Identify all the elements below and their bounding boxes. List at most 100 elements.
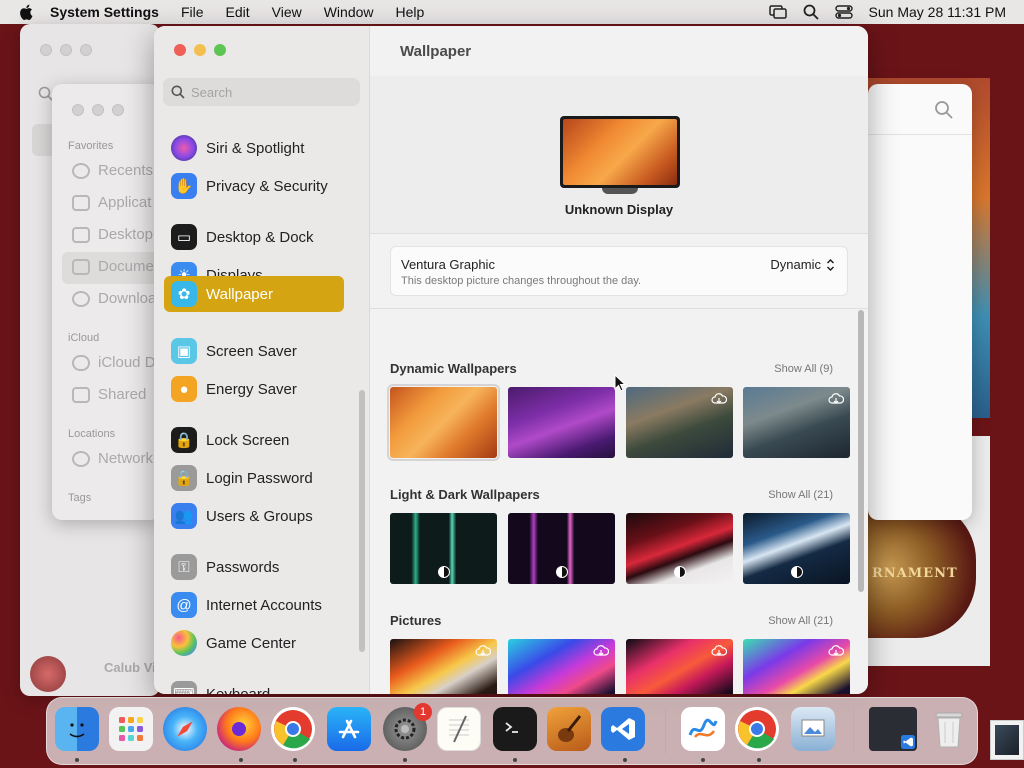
running-indicator xyxy=(403,758,407,762)
dock-chrome[interactable] xyxy=(271,707,315,751)
sidebar-item-network[interactable]: Network xyxy=(72,450,158,467)
sidebar-item-wallpaper[interactable]: ✿ Wallpaper xyxy=(164,276,344,312)
sidebar-item-game-center[interactable]: Game Center xyxy=(164,625,344,661)
dock-chrome-2[interactable] xyxy=(735,707,779,751)
dock-edge-window-thumbnail[interactable] xyxy=(990,720,1024,760)
sidebar-item-recents[interactable]: Recents xyxy=(72,162,158,179)
sidebar-item-documents[interactable]: Docume xyxy=(72,258,158,275)
dock-minimized-window[interactable] xyxy=(869,707,917,751)
sidebar-item-screen-saver[interactable]: ▣ Screen Saver xyxy=(164,333,344,369)
close-button[interactable] xyxy=(174,44,186,56)
wallpaper-thumb-picture-1[interactable] xyxy=(390,639,497,694)
firefox-icon xyxy=(232,722,246,736)
sidebar-item-passwords[interactable]: ⚿ Passwords xyxy=(164,549,344,585)
wallpaper-thumb-catalina-night[interactable] xyxy=(743,387,850,458)
dock-preview[interactable] xyxy=(791,707,835,751)
show-all-button[interactable]: Show All (9) xyxy=(774,363,833,375)
cloud-download-icon xyxy=(593,645,609,656)
spotlight-search-icon[interactable] xyxy=(803,4,819,20)
dock-firefox[interactable] xyxy=(217,707,261,751)
dock-terminal[interactable] xyxy=(493,707,537,751)
wallpaper-thumb-light-dark-4[interactable] xyxy=(743,513,850,584)
dock-launchpad[interactable] xyxy=(109,707,153,751)
apple-icon[interactable] xyxy=(18,3,36,21)
dock-freeform[interactable] xyxy=(681,707,725,751)
dock-textedit[interactable] xyxy=(437,707,481,751)
system-settings-window[interactable]: Siri & Spotlight ✋ Privacy & Security ▭ Desk… xyxy=(154,26,868,694)
menu-edit[interactable]: Edit xyxy=(226,4,250,20)
content-scrollbar[interactable] xyxy=(858,310,864,592)
minimize-button[interactable] xyxy=(194,44,206,56)
wallpaper-thumb-light-dark-3[interactable] xyxy=(626,513,733,584)
finder-window-secondary[interactable] xyxy=(868,84,972,520)
sidebar-item-icloud-drive[interactable]: iCloud D xyxy=(72,354,158,371)
wallpaper-thumb-ventura[interactable] xyxy=(387,384,500,461)
sidebar-item-downloads[interactable]: Downloa xyxy=(72,290,158,307)
dock-safari[interactable] xyxy=(163,707,207,751)
mouse-cursor-icon xyxy=(614,374,626,392)
trash-icon xyxy=(935,712,963,748)
sidebar-item-label: Applicat xyxy=(98,194,152,211)
sidebar-scrollbar[interactable] xyxy=(359,390,365,652)
window-controls[interactable] xyxy=(174,44,226,56)
sidebar-item-login-password[interactable]: 🔒 Login Password xyxy=(164,460,344,496)
window-controls[interactable] xyxy=(40,44,92,56)
dock-vscode[interactable] xyxy=(601,707,645,751)
settings-search[interactable] xyxy=(163,78,360,106)
cloud-download-icon xyxy=(711,393,727,404)
screen-mirroring-icon[interactable] xyxy=(768,5,787,19)
safari-compass-icon xyxy=(177,721,193,737)
sidebar-item-applications[interactable]: Applicat xyxy=(72,194,158,211)
menu-view[interactable]: View xyxy=(272,4,302,20)
textedit-icon xyxy=(449,715,469,743)
sidebar-item-energy-saver[interactable]: ● Energy Saver xyxy=(164,371,344,407)
sidebar-item-label: Privacy & Security xyxy=(206,177,328,195)
dock-trash[interactable] xyxy=(927,707,971,751)
wallpaper-thumb-monterey[interactable] xyxy=(508,387,615,458)
wallpaper-thumb-light-dark-2[interactable] xyxy=(508,513,615,584)
wallpaper-thumb-catalina-day[interactable] xyxy=(626,387,733,458)
dock-finder[interactable] xyxy=(55,707,99,751)
show-all-button[interactable]: Show All (21) xyxy=(768,615,833,627)
dock-garageband[interactable] xyxy=(547,707,591,751)
menu-app-name[interactable]: System Settings xyxy=(50,4,159,20)
control-center-icon[interactable] xyxy=(834,5,853,19)
sidebar-item-label: iCloud D xyxy=(98,354,156,371)
sidebar-item-keyboard[interactable]: ⌨ Keyboard xyxy=(164,676,344,694)
menu-window[interactable]: Window xyxy=(324,4,374,20)
download-icon xyxy=(72,290,90,307)
dock-app-store[interactable] xyxy=(327,707,371,751)
wallpaper-mode-select[interactable]: Dynamic xyxy=(770,257,835,272)
window-controls[interactable] xyxy=(72,104,124,116)
sidebar-item-users-groups[interactable]: 👥 Users & Groups xyxy=(164,498,344,534)
sidebar-item-desktop-dock[interactable]: ▭ Desktop & Dock xyxy=(164,219,344,255)
wallpaper-thumb-picture-2[interactable] xyxy=(508,639,615,694)
sidebar-item-lock-screen[interactable]: 🔒 Lock Screen xyxy=(164,422,344,458)
section-title: Pictures xyxy=(390,613,442,628)
search-icon xyxy=(171,85,185,99)
sidebar-item-internet-accounts[interactable]: @ Internet Accounts xyxy=(164,587,344,623)
vscode-icon xyxy=(611,718,635,740)
wallpaper-thumb-picture-4[interactable] xyxy=(743,639,850,694)
monitor-icon[interactable] xyxy=(560,116,680,188)
sidebar-item-privacy-security[interactable]: ✋ Privacy & Security xyxy=(164,168,344,204)
sidebar-item-desktop[interactable]: Desktop xyxy=(72,226,158,243)
avatar[interactable] xyxy=(30,656,66,692)
menu-help[interactable]: Help xyxy=(396,4,425,20)
show-all-button[interactable]: Show All (21) xyxy=(768,489,833,501)
sidebar-item-shared[interactable]: Shared xyxy=(72,386,158,403)
search-icon[interactable] xyxy=(934,100,954,120)
sidebar-item-label: Screen Saver xyxy=(206,342,297,360)
sidebar-item-siri-spotlight[interactable]: Siri & Spotlight xyxy=(164,130,344,166)
menu-file[interactable]: File xyxy=(181,4,204,20)
wallpaper-thumb-light-dark-1[interactable] xyxy=(390,513,497,584)
search-input[interactable] xyxy=(191,84,351,100)
icloud-label: iCloud xyxy=(68,332,100,344)
menu-clock[interactable]: Sun May 28 11:31 PM xyxy=(869,4,1006,20)
wallpaper-thumb-picture-3[interactable] xyxy=(626,639,733,694)
running-indicator xyxy=(701,758,705,762)
chrome-icon xyxy=(738,710,776,749)
chrome-icon xyxy=(274,710,312,749)
launchpad-icon xyxy=(119,717,143,741)
zoom-button[interactable] xyxy=(214,44,226,56)
